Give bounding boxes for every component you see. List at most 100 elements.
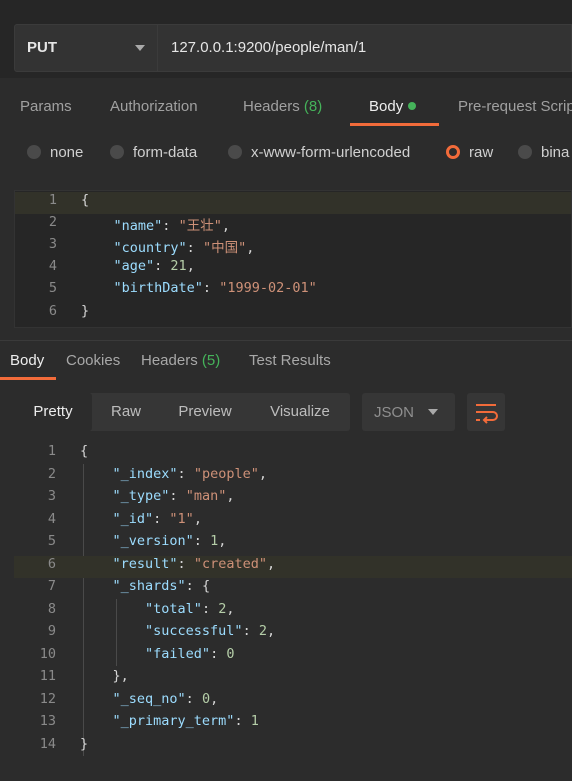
code-text: "total": 2,: [145, 601, 235, 617]
line-number: 2: [48, 214, 57, 230]
radio-form-data[interactable]: form-data: [110, 144, 197, 161]
line-number: 6: [48, 303, 57, 319]
response-tabs: Body Cookies Headers (5) Test Results: [0, 346, 572, 380]
wrap-lines-button[interactable]: [467, 393, 505, 431]
json-key: "_version": [112, 533, 194, 549]
line-number: 5: [47, 533, 56, 549]
response-headers-count-badge: (5): [201, 352, 221, 369]
code-line: 4 "_id": "1",: [14, 511, 572, 533]
request-bar: PUT 127.0.0.1:9200/people/man/1: [0, 0, 572, 78]
code-line: 1{: [14, 443, 572, 465]
json-key: "age": [113, 258, 155, 274]
json-key: "birthDate": [113, 280, 203, 296]
code-line: 10 "failed": 0: [14, 646, 572, 668]
radio-circle-icon: [518, 145, 532, 159]
code-line: 5 "_version": 1,: [14, 533, 572, 555]
tab-pre-request-label: Pre-request Scrip: [458, 98, 572, 115]
request-body-editor[interactable]: 1 { 2 "name": "王壮", 3 "country": "中国", 4…: [14, 190, 572, 328]
url-text: 127.0.0.1:9200/people/man/1: [171, 39, 367, 56]
code-line: 12 "_seq_no": 0,: [14, 691, 572, 713]
method-select[interactable]: PUT: [14, 24, 158, 72]
code-text: "name": "王壮",: [113, 218, 230, 234]
url-input[interactable]: 127.0.0.1:9200/people/man/1: [158, 24, 572, 72]
panel-divider[interactable]: [0, 340, 572, 341]
code-line: 14}: [14, 736, 572, 758]
radio-urlencoded[interactable]: x-www-form-urlencoded: [228, 144, 410, 161]
body-type-options: none form-data x-www-form-urlencoded raw…: [0, 140, 572, 168]
radio-raw-label: raw: [469, 144, 494, 161]
format-select[interactable]: JSON: [362, 393, 455, 431]
radio-circle-icon: [27, 145, 41, 159]
code-text: "age": 21,: [113, 258, 195, 274]
tab-pre-request-script[interactable]: Pre-request Scrip: [458, 98, 572, 115]
code-text: "birthDate": "1999-02-01": [113, 280, 317, 296]
json-value: 21: [170, 258, 187, 274]
json-value: 0: [201, 691, 211, 707]
code-text: "failed": 0: [145, 646, 235, 662]
tab-body[interactable]: Body: [369, 98, 417, 115]
radio-selected-icon: [446, 145, 460, 159]
code-text: "result": "created",: [112, 556, 276, 572]
tab-response-body[interactable]: Body: [10, 352, 44, 369]
radio-binary[interactable]: bina: [518, 144, 569, 161]
line-number: 2: [47, 466, 56, 482]
code-text: }: [80, 736, 89, 752]
line-number: 4: [48, 258, 57, 274]
json-key: "_type": [112, 488, 170, 504]
tab-response-headers[interactable]: Headers (5): [141, 352, 220, 369]
json-value: 1: [210, 533, 219, 549]
json-value: "1": [169, 511, 194, 527]
json-value: "created": [193, 556, 267, 572]
radio-raw[interactable]: raw: [446, 144, 493, 161]
tab-headers-label: Headers: [243, 98, 300, 115]
code-line: 8 "total": 2,: [14, 601, 572, 623]
tab-authorization-label: Authorization: [110, 98, 198, 115]
view-visualize-button[interactable]: Visualize: [250, 393, 350, 431]
json-value: "people": [193, 466, 259, 482]
json-value: {: [201, 578, 211, 594]
json-key: "successful": [145, 623, 243, 639]
response-body-viewer[interactable]: 1{ 2 "_index": "people", 3 "_type": "man…: [14, 442, 572, 760]
json-value: "1999-02-01": [219, 280, 317, 296]
radio-none[interactable]: none: [27, 144, 83, 161]
json-value: 1: [250, 713, 259, 729]
code-text: "_type": "man",: [112, 488, 235, 504]
line-number: 4: [47, 511, 56, 527]
line-number: 3: [47, 488, 56, 504]
line-number: 7: [47, 578, 56, 594]
tab-headers[interactable]: Headers (8): [243, 98, 322, 115]
tab-cookies[interactable]: Cookies: [66, 352, 120, 369]
json-key: "name": [113, 218, 163, 234]
code-line: 3 "country": "中国",: [15, 236, 571, 258]
tab-params[interactable]: Params: [20, 98, 72, 115]
radio-urlencoded-label: x-www-form-urlencoded: [251, 144, 411, 161]
line-number: 12: [39, 691, 56, 707]
json-close-brace: },: [112, 668, 129, 684]
view-preview-button[interactable]: Preview: [160, 393, 250, 431]
view-raw-button[interactable]: Raw: [92, 393, 160, 431]
line-number: 5: [48, 280, 57, 296]
tab-body-label: Body: [369, 98, 404, 115]
code-text: "successful": 2,: [145, 623, 276, 639]
view-pretty-button[interactable]: Pretty: [14, 393, 92, 431]
code-line: 3 "_type": "man",: [14, 488, 572, 510]
json-key: "_index": [112, 466, 178, 482]
json-key: "_primary_term": [112, 713, 235, 729]
tab-cookies-label: Cookies: [66, 352, 121, 369]
code-line: 9 "successful": 2,: [14, 623, 572, 645]
request-tabs: Params Authorization Headers (8) Body Pr…: [0, 86, 572, 130]
code-line: 6 }: [15, 303, 571, 325]
code-text: "_shards": {: [112, 578, 211, 594]
code-line: 4 "age": 21,: [15, 258, 571, 280]
radio-form-data-label: form-data: [133, 144, 198, 161]
line-number: 14: [39, 736, 56, 752]
active-tab-underline: [350, 123, 439, 126]
wrap-lines-icon: [476, 404, 498, 424]
tab-test-results[interactable]: Test Results: [249, 352, 331, 369]
json-value: 0: [226, 646, 235, 662]
tab-authorization[interactable]: Authorization: [110, 98, 198, 115]
line-number: 11: [39, 668, 56, 684]
code-text: {: [81, 192, 90, 208]
code-line: 11 },: [14, 668, 572, 690]
json-key: "_seq_no": [112, 691, 186, 707]
